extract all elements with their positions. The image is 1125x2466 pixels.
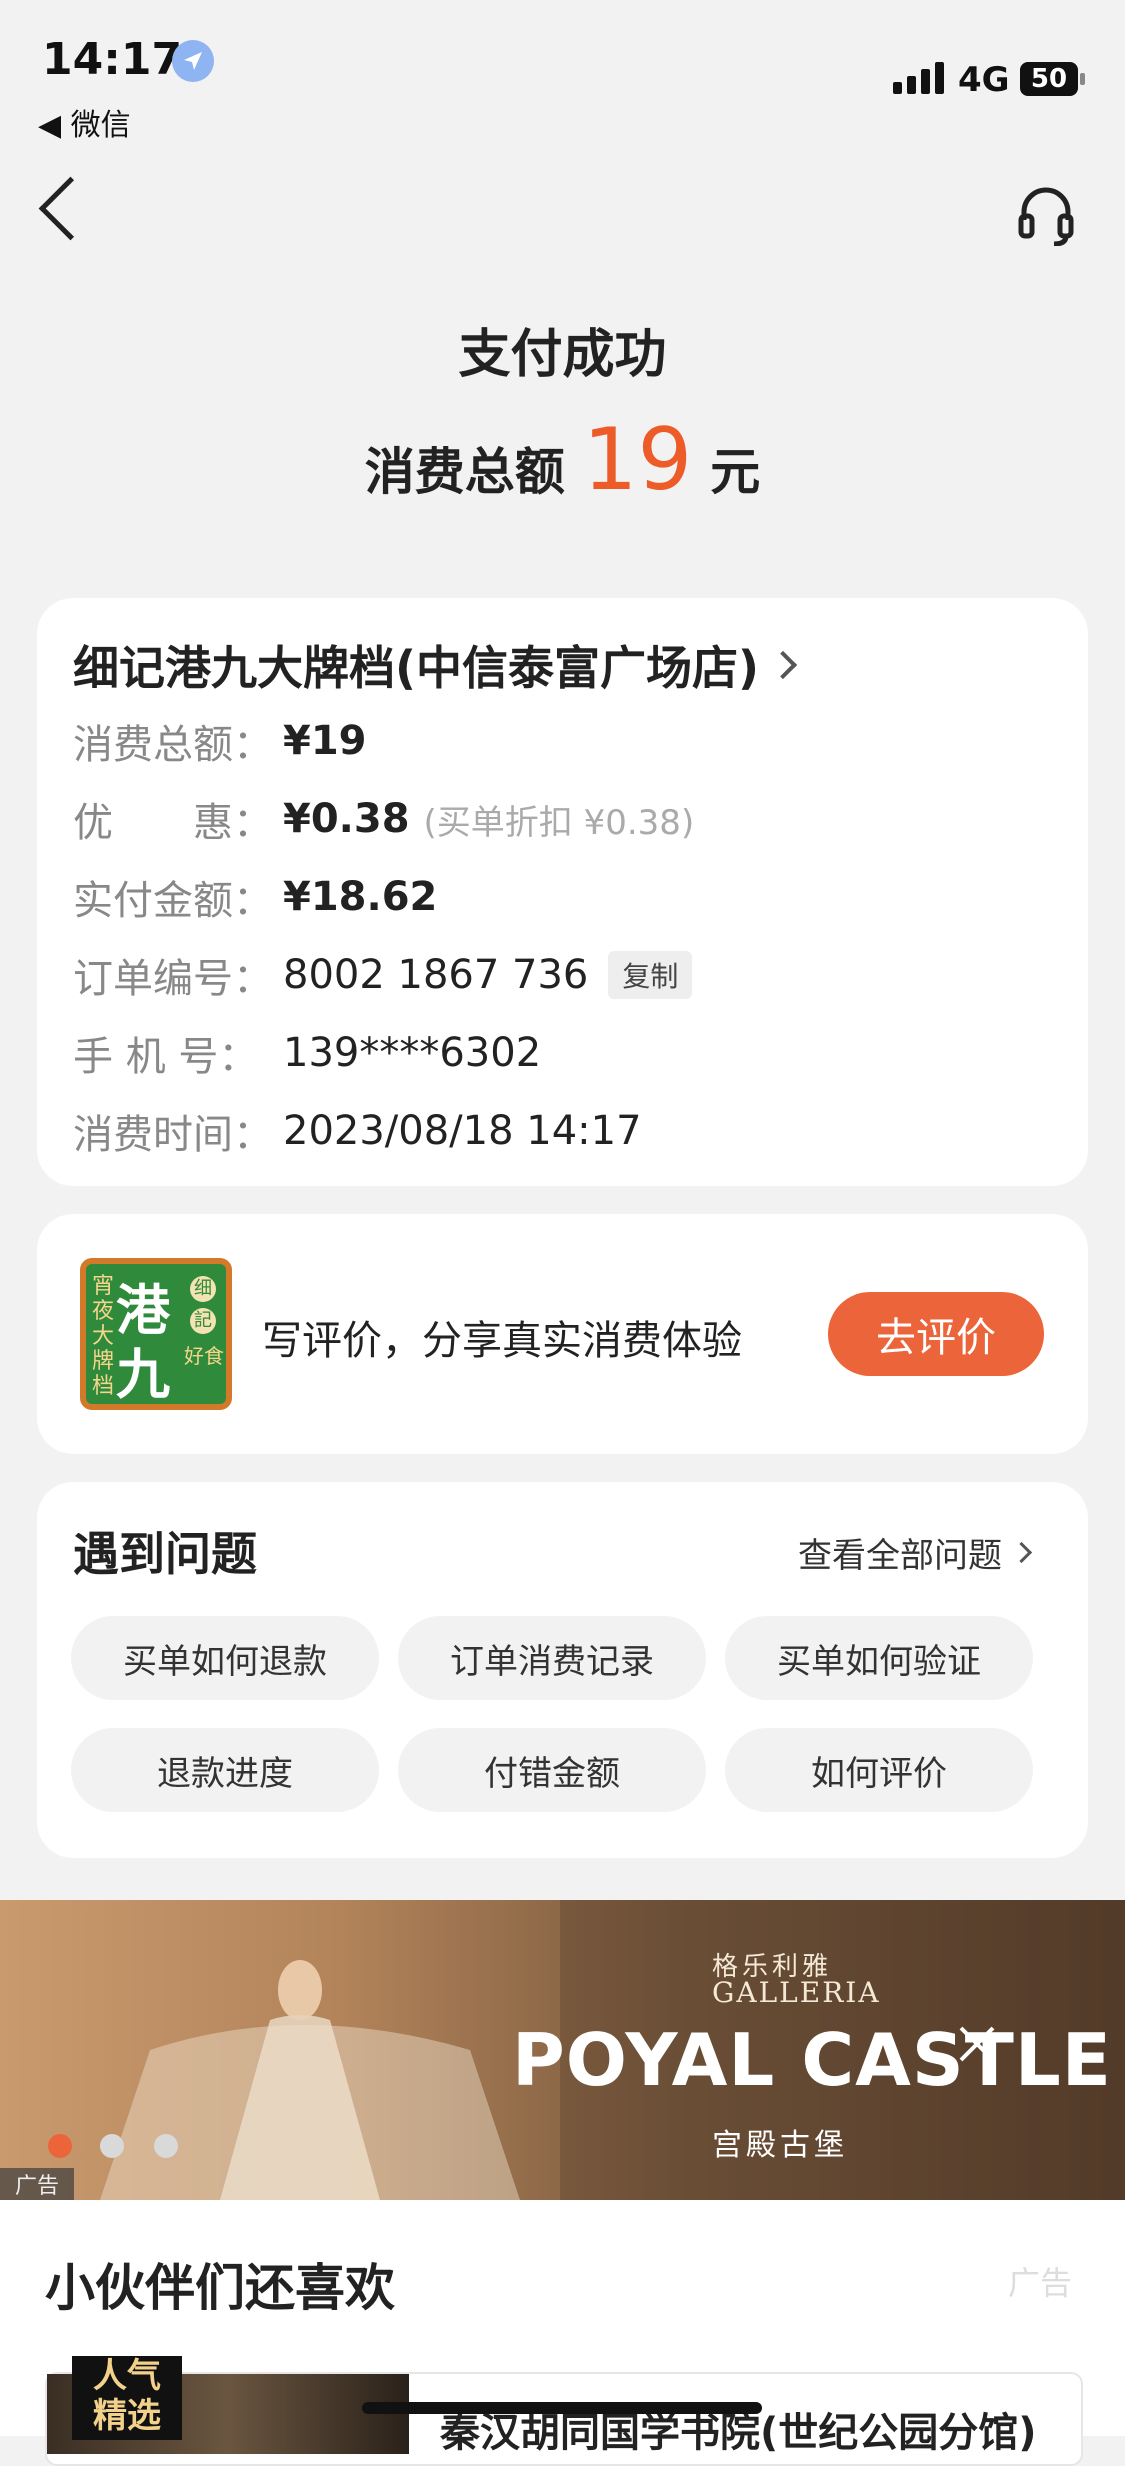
chevron-right-icon: [1010, 1541, 1033, 1564]
row-value: 2023/08/18 14:17: [283, 1108, 642, 1154]
banner-subtitle: 宫殿古堡: [712, 2128, 848, 2163]
recommend-ad-label: 广告: [1008, 2264, 1073, 2302]
faq-title: 遇到问题: [73, 1527, 257, 1581]
status-time: 14:17: [42, 34, 183, 85]
faq-chip[interactable]: 买单如何验证: [725, 1616, 1033, 1700]
banner-brand-en: GALLERIA: [712, 1976, 881, 2009]
store-logo: 宵夜大牌档 港 九 细 記 好食: [80, 1258, 232, 1410]
network-type: 4G: [958, 60, 1010, 100]
carousel-dot[interactable]: [154, 2134, 178, 2158]
order-row-paid: 实付金额： ¥18.62: [73, 868, 437, 926]
review-prompt: 写评价，分享真实消费体验: [262, 1318, 742, 1364]
back-to-wechat-link[interactable]: ◀ 微信: [38, 100, 131, 144]
amount-unit: 元: [710, 443, 761, 501]
faq-chip[interactable]: 买单如何退款: [71, 1616, 379, 1700]
home-indicator[interactable]: [362, 2402, 762, 2414]
discount-note: (买单折扣 ¥0.38): [423, 802, 695, 843]
store-name: 细记港九大牌档(中信泰富广场店): [73, 641, 760, 695]
banner-headline: POYAL CASTLE: [512, 2018, 1112, 2102]
carousel-dot[interactable]: [48, 2134, 72, 2158]
row-label: 消费总额：: [73, 722, 273, 768]
logo-side-left: 宵夜大牌档: [91, 1274, 114, 1399]
row-label: 消费时间：: [73, 1112, 273, 1158]
total-amount: 消费总额 19 元: [0, 410, 1125, 510]
row-value: 8002 1867 736: [283, 952, 589, 998]
view-all-label: 查看全部问题: [798, 1536, 1002, 1576]
write-review-button[interactable]: 去评价: [828, 1292, 1044, 1376]
faq-chip[interactable]: 付错金额: [398, 1728, 706, 1812]
recommend-title: 小伙伴们还喜欢: [45, 2259, 395, 2317]
faq-chip[interactable]: 退款进度: [71, 1728, 379, 1812]
order-row-time: 消费时间： 2023/08/18 14:17: [73, 1102, 642, 1160]
row-value: ¥0.38: [283, 796, 410, 842]
hot-badge-line1: 人气: [93, 2356, 161, 2396]
logo-side-right-2: 記: [190, 1308, 216, 1334]
row-label: 手 机 号：: [73, 1034, 259, 1080]
customer-service-icon[interactable]: [1018, 186, 1074, 247]
logo-side-right-1: 细: [190, 1276, 216, 1302]
amount-prefix: 消费总额: [364, 443, 565, 501]
row-value: ¥19: [283, 718, 367, 764]
page-title: 支付成功: [458, 325, 667, 385]
order-row-phone: 手 机 号： 139****6302: [73, 1024, 541, 1082]
logo-big-2: 九: [116, 1343, 170, 1406]
location-icon: [172, 40, 214, 82]
faq-chip[interactable]: 订单消费记录: [398, 1616, 706, 1700]
row-value: ¥18.62: [283, 874, 438, 920]
logo-side-right-3: 好食: [184, 1344, 224, 1368]
row-label: 订单编号：: [73, 956, 273, 1002]
row-value: 139****6302: [283, 1030, 542, 1076]
faq-chip[interactable]: 如何评价: [725, 1728, 1033, 1812]
carousel-dot[interactable]: [100, 2134, 124, 2158]
store-name-link[interactable]: 细记港九大牌档(中信泰富广场店): [73, 632, 798, 698]
battery-tip: [1080, 73, 1085, 85]
order-row-discount: 优 惠： ¥0.38 (买单折扣 ¥0.38): [73, 790, 694, 848]
order-row-number: 订单编号： 8002 1867 736 复制: [73, 946, 693, 1004]
chevron-right-icon: [768, 650, 798, 680]
order-row-total: 消费总额： ¥19: [73, 712, 367, 770]
row-label: 实付金额：: [73, 878, 273, 924]
signal-icon: [893, 62, 944, 94]
copy-button[interactable]: 复制: [608, 951, 693, 999]
close-icon[interactable]: [955, 2022, 999, 2066]
row-label: 优 惠：: [73, 800, 273, 846]
back-arrow-icon[interactable]: [38, 176, 103, 241]
hot-badge: 人气 精选: [72, 2356, 182, 2440]
hot-badge-line2: 精选: [93, 2396, 161, 2436]
ad-label: 广告: [0, 2168, 74, 2200]
view-all-questions-link[interactable]: 查看全部问题: [798, 1528, 1033, 1577]
battery-icon: 50: [1020, 62, 1078, 96]
amount-value: 19: [582, 410, 693, 510]
